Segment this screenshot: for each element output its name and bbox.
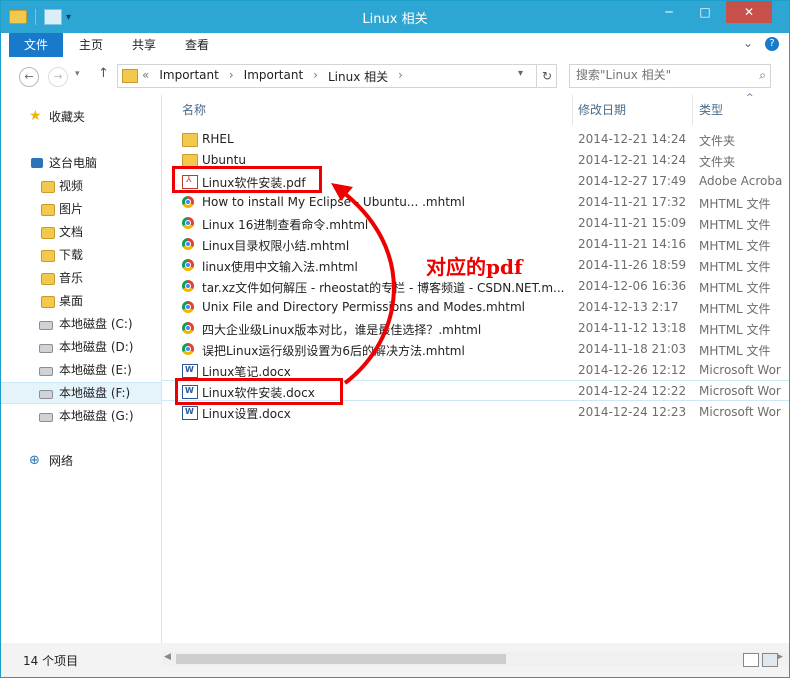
annotation-label: 对应的pdf <box>426 255 523 279</box>
scrollbar-thumb[interactable] <box>176 654 506 664</box>
scroll-left-arrow[interactable]: ◀ <box>164 652 171 662</box>
horizontal-scrollbar[interactable]: ◀ ▶ <box>162 652 789 666</box>
annotation-arrow <box>331 183 396 385</box>
status-bar: 14 个项目 <box>1 649 161 677</box>
large-icons-view-icon[interactable] <box>762 653 778 667</box>
item-count: 14 个项目 <box>23 654 79 668</box>
details-view-icon[interactable] <box>743 653 759 667</box>
explorer-window: ▾ Linux 相关 ─ □ ✕ 文件 主页 共享 查看 ⌄ ? ← → ▾ ↑… <box>0 0 790 678</box>
